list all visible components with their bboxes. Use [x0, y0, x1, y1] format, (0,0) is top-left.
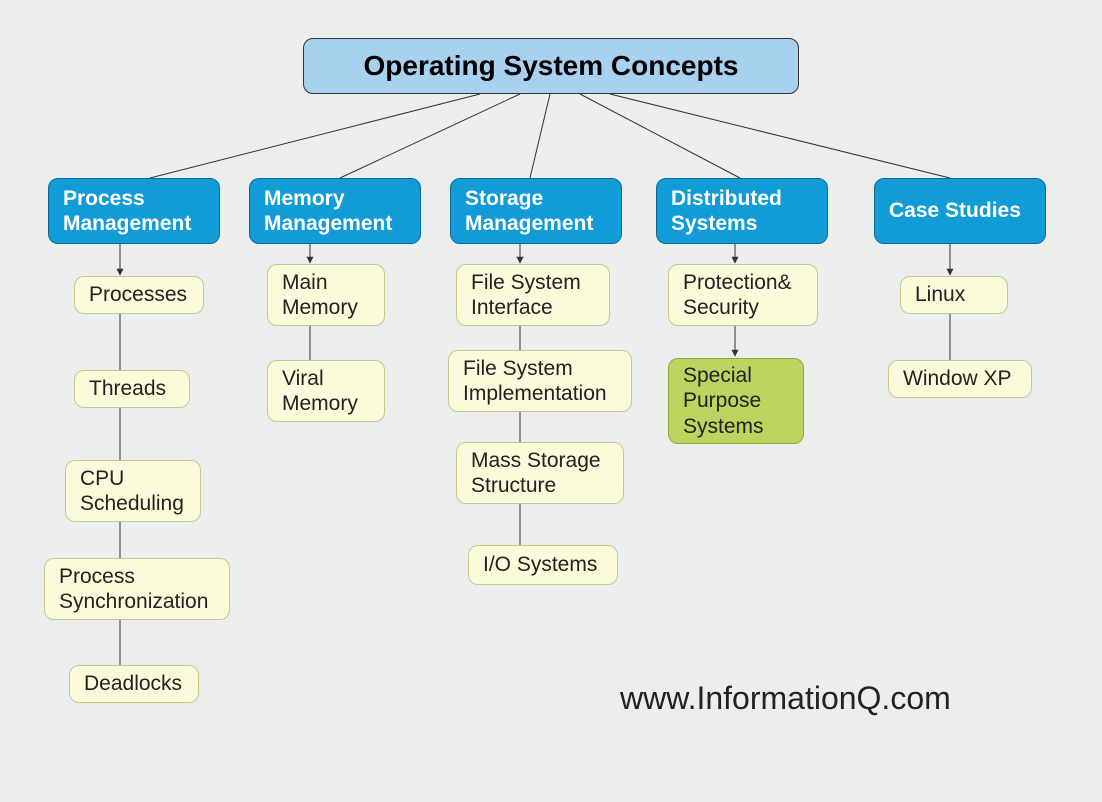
leaf-fs-impl-label: File System Implementation — [463, 356, 617, 406]
category-storage-label: Storage Management — [465, 186, 607, 236]
leaf-fs-interface: File System Interface — [456, 264, 610, 326]
leaf-protection-security-label: Protection& Security — [683, 270, 803, 320]
leaf-main-memory: Main Memory — [267, 264, 385, 326]
leaf-threads-label: Threads — [89, 376, 166, 401]
leaf-deadlocks-label: Deadlocks — [84, 671, 182, 696]
category-memory-label: Memory Management — [264, 186, 406, 236]
leaf-fs-impl: File System Implementation — [448, 350, 632, 412]
leaf-mass-storage: Mass Storage Structure — [456, 442, 624, 504]
category-memory: Memory Management — [249, 178, 421, 244]
leaf-viral-memory-label: Viral Memory — [282, 366, 370, 416]
leaf-cpu-scheduling-label: CPU Scheduling — [80, 466, 186, 516]
leaf-window-xp-label: Window XP — [903, 366, 1012, 391]
leaf-window-xp: Window XP — [888, 360, 1032, 398]
category-case-label: Case Studies — [889, 198, 1021, 223]
leaf-viral-memory: Viral Memory — [267, 360, 385, 422]
leaf-cpu-scheduling: CPU Scheduling — [65, 460, 201, 522]
root-title: Operating System Concepts — [364, 49, 739, 83]
category-storage: Storage Management — [450, 178, 622, 244]
category-process: Process Management — [48, 178, 220, 244]
root-node: Operating System Concepts — [303, 38, 799, 94]
category-case: Case Studies — [874, 178, 1046, 244]
leaf-protection-security: Protection& Security — [668, 264, 818, 326]
leaf-fs-interface-label: File System Interface — [471, 270, 595, 320]
leaf-linux-label: Linux — [915, 282, 965, 307]
category-process-label: Process Management — [63, 186, 205, 236]
category-distributed: Distributed Systems — [656, 178, 828, 244]
leaf-io-systems-label: I/O Systems — [483, 552, 597, 577]
leaf-special-purpose-systems: Special Purpose Systems — [668, 358, 804, 444]
leaf-processes: Processes — [74, 276, 204, 314]
leaf-threads: Threads — [74, 370, 190, 408]
category-distributed-label: Distributed Systems — [671, 186, 813, 236]
leaf-special-purpose-systems-label: Special Purpose Systems — [683, 363, 789, 439]
leaf-linux: Linux — [900, 276, 1008, 314]
leaf-deadlocks: Deadlocks — [69, 665, 199, 703]
credit-text: www.InformationQ.com — [620, 680, 951, 717]
leaf-main-memory-label: Main Memory — [282, 270, 370, 320]
leaf-mass-storage-label: Mass Storage Structure — [471, 448, 609, 498]
leaf-io-systems: I/O Systems — [468, 545, 618, 585]
leaf-processes-label: Processes — [89, 282, 187, 307]
leaf-process-sync: Process Synchronization — [44, 558, 230, 620]
leaf-process-sync-label: Process Synchronization — [59, 564, 215, 614]
